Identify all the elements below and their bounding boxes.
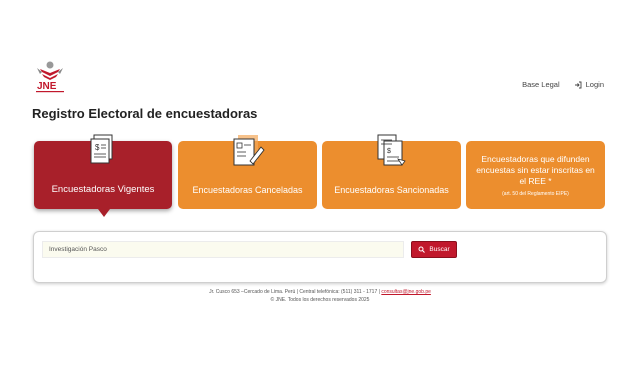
card-label: Encuestadoras Vigentes <box>51 184 155 195</box>
card-label: Encuestadoras Sancionadas <box>334 185 449 195</box>
card-vigentes[interactable]: $ Encuestadoras Vigentes <box>34 134 172 209</box>
document-stack-icon: $ <box>377 134 406 166</box>
card-sancionadas[interactable]: $ Encuestadoras Sancionadas <box>322 134 461 209</box>
footer-line-1: Jr. Cusco 653 –Cercado de Lima. Perú | C… <box>0 288 640 296</box>
search-button-label: Buscar <box>429 246 450 253</box>
search-panel: Investigación Pasco Buscar <box>33 231 607 283</box>
search-icon <box>418 246 426 253</box>
page-title: Registro Electoral de encuestadoras <box>32 106 258 121</box>
card-label: Encuestadoras que difunden encuestas sin… <box>476 153 595 186</box>
document-pencil-icon <box>233 135 265 166</box>
logo-text: JNE <box>37 81 57 92</box>
category-cards: $ Encuestadoras Vigentes Encuestadoras C… <box>34 134 606 209</box>
footer-email-link[interactable]: consultas@jne.gob.pe <box>381 289 431 295</box>
login-icon <box>574 81 582 88</box>
active-card-pointer <box>98 209 110 217</box>
card-label: Encuestadoras Canceladas <box>192 185 303 195</box>
footer-copyright: © JNE. Todos los derechos reservados 202… <box>270 297 370 303</box>
search-button[interactable]: Buscar <box>411 241 457 258</box>
login-label: Login <box>585 80 604 89</box>
jne-logo[interactable]: JNE <box>32 60 68 94</box>
svg-text:$: $ <box>387 148 391 155</box>
card-canceladas[interactable]: Encuestadoras Canceladas <box>178 135 317 209</box>
base-legal-link[interactable]: Base Legal <box>522 80 560 89</box>
top-nav: Base Legal Login <box>522 80 604 89</box>
login-link[interactable]: Login <box>574 80 604 89</box>
footer: Jr. Cusco 653 –Cercado de Lima. Perú | C… <box>0 288 640 304</box>
svg-text:$: $ <box>95 143 100 152</box>
footer-address: Jr. Cusco 653 –Cercado de Lima. Perú | C… <box>209 289 380 295</box>
card-note: (art. 50 del Reglamento EIPE) <box>502 190 569 197</box>
header: JNE Base Legal Login <box>0 0 640 100</box>
search-input[interactable]: Investigación Pasco <box>42 241 404 258</box>
card-no-inscritas[interactable]: Encuestadoras que difunden encuestas sin… <box>466 141 605 209</box>
document-dollar-icon: $ <box>90 134 113 164</box>
